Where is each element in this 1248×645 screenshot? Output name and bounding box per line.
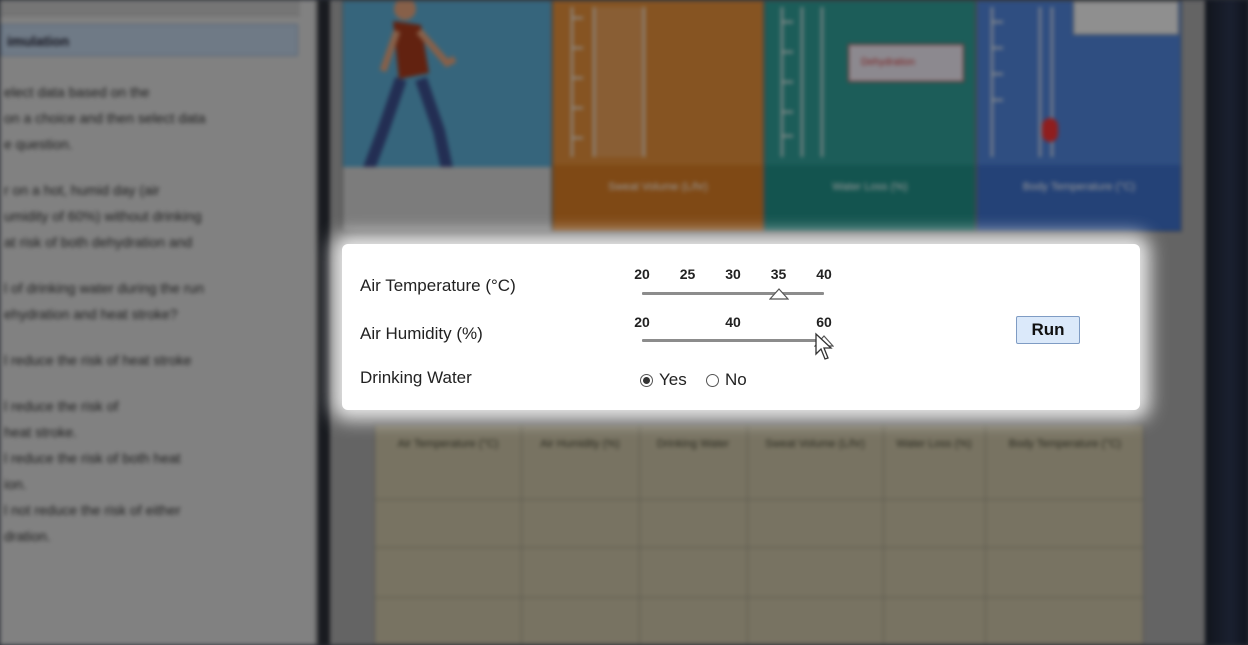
question-line: dration. [4, 528, 51, 544]
question-line: on a choice and then select data [4, 110, 206, 126]
table-header-cell: Drinking Water [656, 438, 730, 450]
question-line: ehydration and heat stroke? [4, 306, 178, 322]
table-header-cell: Sweat Volume (L/hr) [765, 438, 865, 450]
humidity-label: Air Humidity (%) [360, 324, 483, 343]
water-loss-tile: Water Loss (%) [764, 0, 976, 232]
tick-label: 40 [725, 314, 741, 330]
table-header-cell: Air Humidity (%) [540, 438, 620, 450]
mouse-cursor-icon [815, 332, 833, 360]
drinking-water-yes-label: Yes [659, 370, 687, 389]
question-line: l reduce the risk of [4, 398, 119, 414]
drinking-water-label: Drinking Water [360, 368, 472, 387]
heat-stroke-tag [1073, 1, 1179, 35]
runner-tile [342, 0, 552, 232]
table-header-cell: Water Loss (%) [896, 438, 972, 450]
temperature-slider-track[interactable] [642, 292, 824, 295]
question-line: at risk of both dehydration and [4, 234, 193, 250]
question-line: elect data based on the [4, 84, 150, 100]
body-temperature-tile: Body Temperature (°C) [976, 0, 1182, 232]
question-line: l not reduce the risk of either [4, 502, 181, 518]
tick-label: 40 [816, 266, 832, 282]
drinking-water-no-radio[interactable]: No [706, 370, 747, 390]
table-column-divider [883, 425, 884, 644]
thermometer-scale-icon [991, 7, 1031, 157]
table-row [375, 547, 1143, 548]
table-column-divider [747, 425, 748, 644]
question-line: ion. [4, 476, 27, 492]
question-line: e question. [4, 136, 73, 152]
table-column-divider [985, 425, 986, 644]
drinking-water-no-label: No [725, 370, 747, 389]
water-cylinder [801, 7, 823, 157]
table-header-cell: Body Temperature (°C) [1008, 438, 1122, 450]
table-row [375, 499, 1143, 500]
radio-unselected-icon[interactable] [706, 373, 719, 387]
results-table: Air Temperature (°C) Air Humidity (%) Drin… [374, 424, 1144, 645]
screen: imulation elect data based on the on a ch… [0, 0, 1248, 645]
table-row [375, 597, 1143, 598]
panel-top-strip [0, 0, 300, 16]
tick-label: 60 [816, 314, 832, 330]
temperature-slider-thumb[interactable] [768, 288, 789, 300]
humidity-slider-track[interactable] [642, 339, 824, 342]
run-button[interactable]: Run [1016, 316, 1080, 344]
control-panel: Air Temperature (°C) 20 25 30 35 40 Air Humi… [342, 244, 1140, 410]
sweat-volume-tile: Sweat Volume (L/hr) [552, 0, 764, 232]
radio-selected-icon[interactable] [640, 373, 653, 387]
panel-title: imulation [0, 24, 298, 56]
question-line: l reduce the risk of both heat [4, 450, 181, 466]
temperature-label: Air Temperature (°C) [360, 276, 516, 295]
dehydration-tag: Dehydration [848, 44, 964, 82]
tick-label: 25 [679, 266, 696, 282]
question-line: umidity of 60%) without drinking [4, 208, 202, 224]
desktop-edge [1205, 0, 1248, 645]
drinking-water-yes-radio[interactable]: Yes [640, 370, 687, 390]
question-line: l reduce the risk of heat stroke [4, 352, 192, 368]
water-loss-caption: Water Loss (%) [765, 165, 975, 231]
thermometer-bulb-icon [1042, 118, 1058, 142]
sweat-cylinder [593, 7, 645, 157]
tick-label: 20 [634, 266, 650, 282]
question-line: l of drinking water during the run [4, 280, 204, 296]
question-panel: imulation elect data based on the on a ch… [0, 0, 318, 645]
tick-label: 35 [770, 266, 787, 282]
tick-label: 30 [725, 266, 741, 282]
tick-label: 20 [634, 314, 650, 330]
table-column-divider [521, 425, 522, 644]
ground [343, 167, 551, 231]
table-header-cell: Air Temperature (°C) [397, 438, 499, 450]
question-line: r on a hot, humid day (air [4, 182, 160, 198]
body-temperature-caption: Body Temperature (°C) [977, 165, 1181, 231]
sweat-volume-caption: Sweat Volume (L/hr) [553, 165, 763, 231]
question-line: heat stroke. [4, 424, 78, 440]
table-column-divider [639, 425, 640, 644]
